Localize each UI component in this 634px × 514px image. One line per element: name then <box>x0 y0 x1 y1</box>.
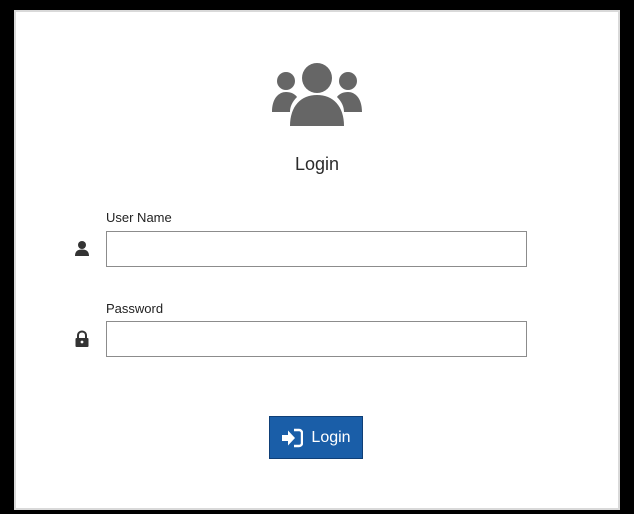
username-input[interactable] <box>106 231 527 267</box>
username-label: User Name <box>106 210 172 225</box>
login-button[interactable]: Login <box>269 416 363 459</box>
page-title: Login <box>294 154 340 174</box>
sign-in-icon <box>282 428 304 447</box>
user-icon <box>75 241 89 256</box>
lock-icon <box>75 330 89 347</box>
password-input[interactable] <box>106 321 527 357</box>
users-group-icon <box>272 63 362 126</box>
login-button-label: Login <box>311 428 351 446</box>
password-label: Password <box>106 301 164 316</box>
